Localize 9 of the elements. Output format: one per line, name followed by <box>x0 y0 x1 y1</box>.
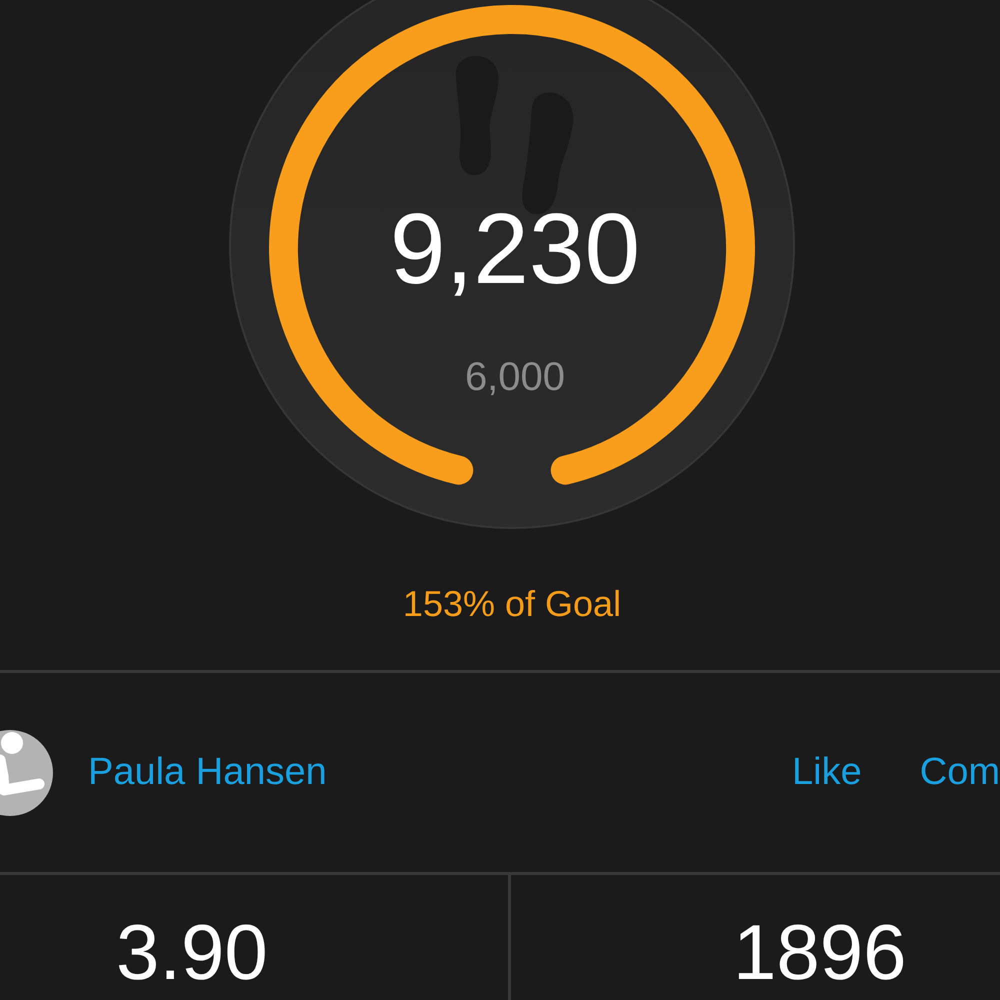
user-name-link[interactable]: Paula Hansen <box>88 744 327 801</box>
step-count: 9,230 <box>390 199 640 299</box>
action-link[interactable]: Com <box>920 744 1000 801</box>
goal-percentage: 153% of Goal <box>402 582 622 626</box>
action-link[interactable]: Like <box>792 744 862 801</box>
stat-value: 1896 <box>733 913 907 991</box>
step-goal: 6,000 <box>464 357 566 397</box>
stat-value: 3.90 <box>116 913 269 991</box>
avatar-icon <box>0 730 53 816</box>
